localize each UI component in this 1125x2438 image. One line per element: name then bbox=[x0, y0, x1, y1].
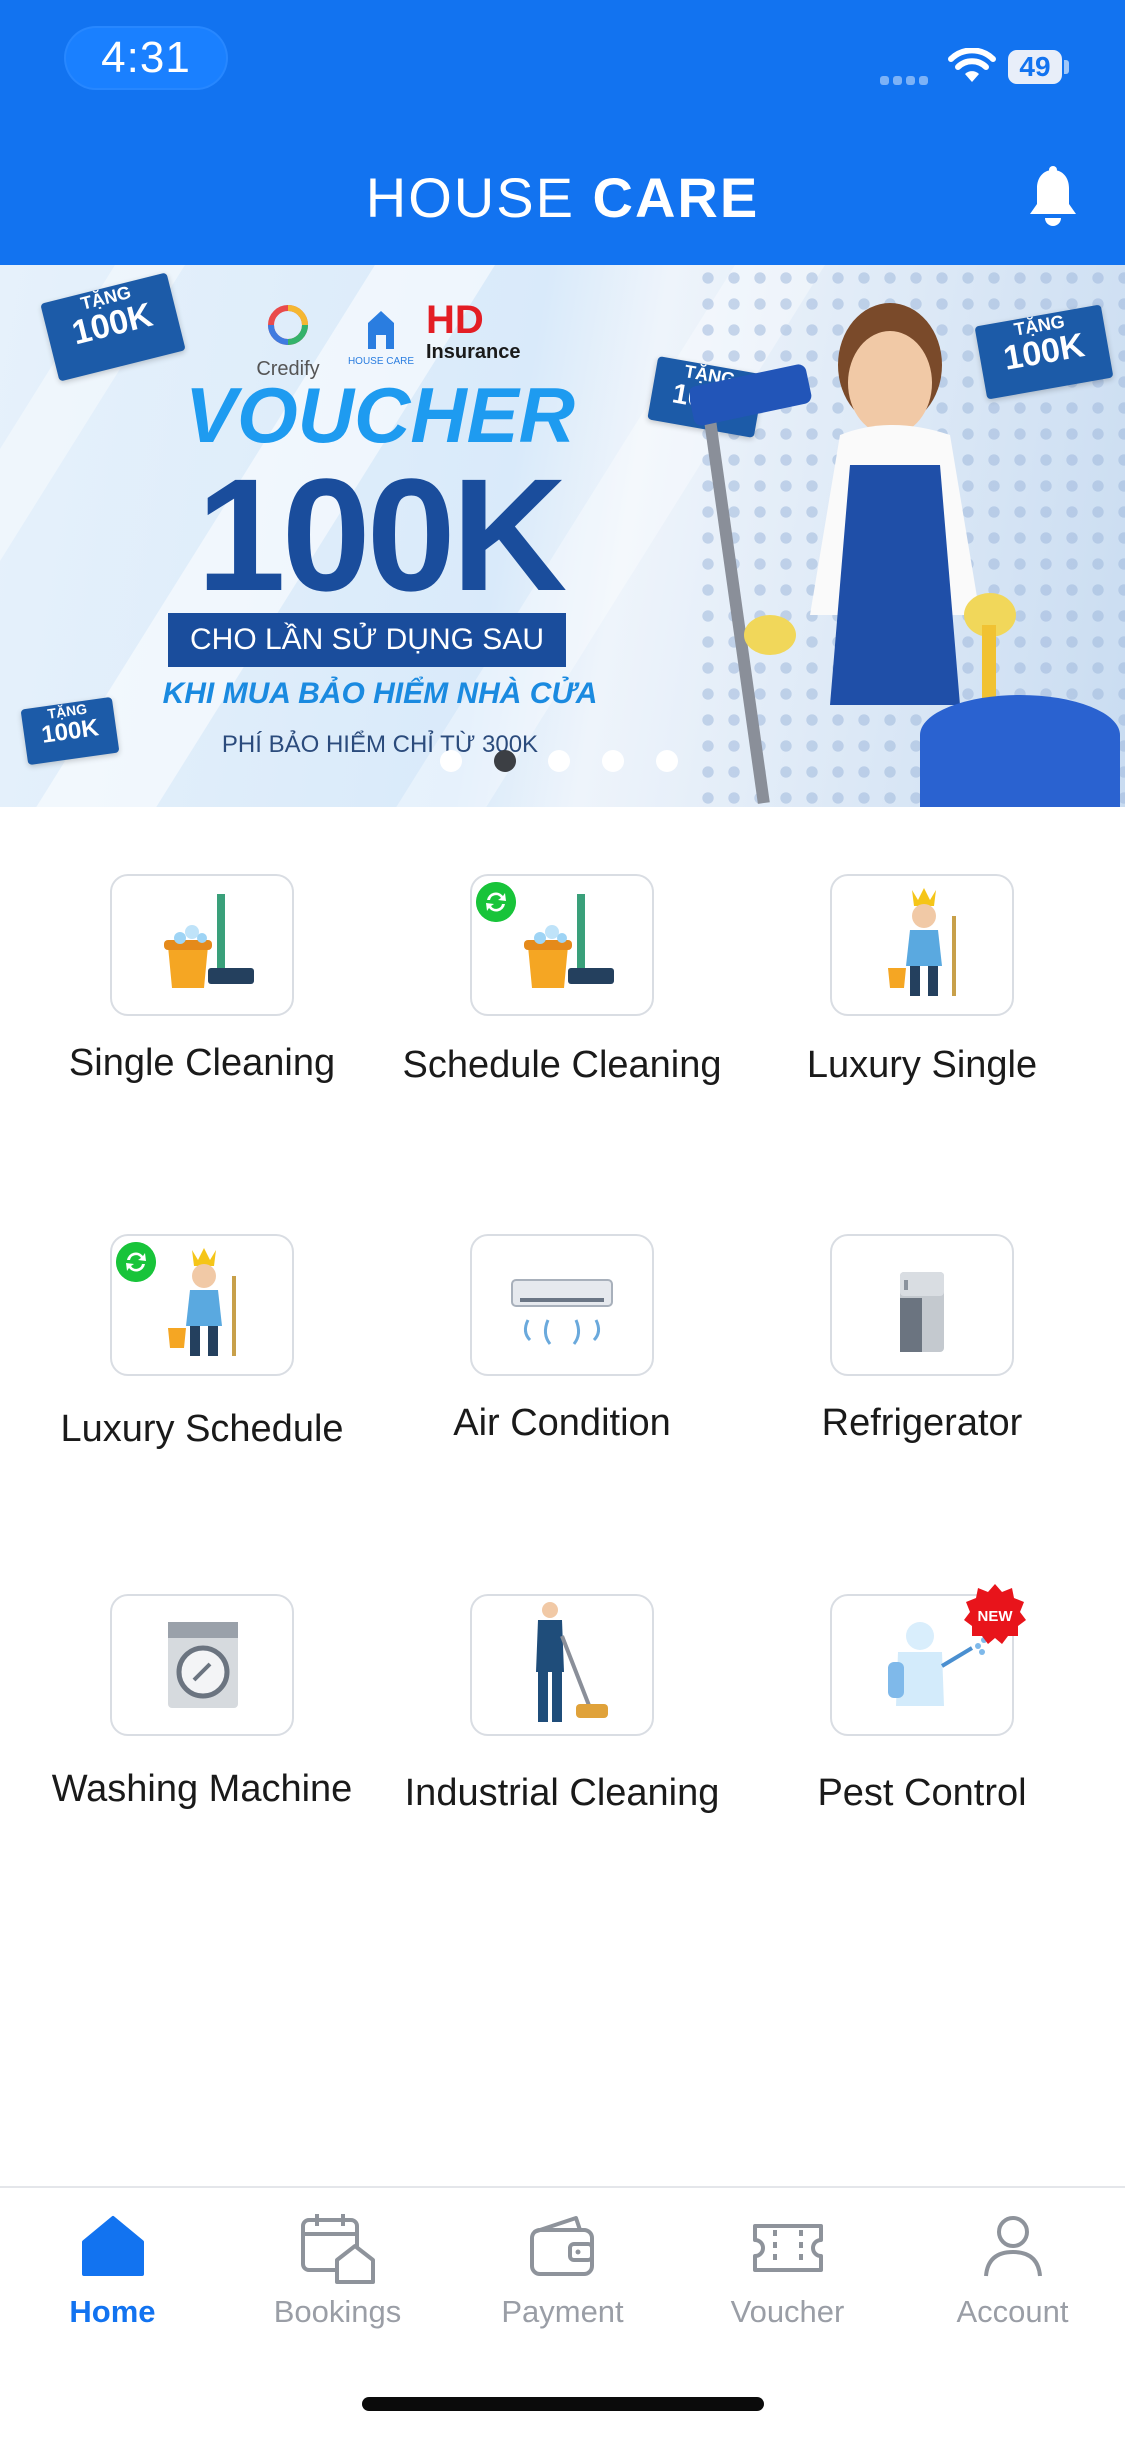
floor-polisher-worker-icon bbox=[536, 1602, 608, 1722]
carousel-dots[interactable] bbox=[440, 750, 680, 774]
sync-icon bbox=[476, 882, 516, 922]
brand-bold: CARE bbox=[592, 166, 760, 229]
credify-ring-icon bbox=[268, 305, 308, 345]
tab-label: Home bbox=[69, 2294, 156, 2329]
wifi-icon bbox=[948, 48, 996, 82]
service-label: Washing Machine bbox=[51, 1768, 353, 1810]
service-industrial-cleaning[interactable] bbox=[470, 1594, 654, 1736]
service-label: Luxury Single bbox=[806, 1044, 1038, 1086]
voucher-ticket-icon: TẶNG 100K bbox=[40, 272, 186, 382]
person-icon bbox=[984, 2216, 1042, 2277]
banner-box-text: CHO LẦN SỬ DỤNG SAU bbox=[168, 613, 566, 667]
service-single-cleaning[interactable] bbox=[110, 874, 294, 1016]
tab-payment[interactable]: Payment bbox=[450, 2200, 675, 2350]
brand-light: HOUSE bbox=[365, 166, 575, 229]
carousel-dot[interactable] bbox=[602, 750, 624, 772]
battery-nub bbox=[1064, 60, 1069, 74]
carousel-dot-active[interactable] bbox=[494, 750, 516, 772]
housecare-house-icon bbox=[368, 311, 394, 349]
service-label: Pest Control bbox=[817, 1772, 1027, 1814]
service-label: Luxury Schedule bbox=[60, 1408, 344, 1450]
cleaning-woman-illustration bbox=[690, 303, 1120, 807]
calendar-home-icon bbox=[301, 2214, 375, 2284]
tab-voucher[interactable]: Voucher bbox=[675, 2200, 900, 2350]
sync-icon bbox=[116, 1242, 156, 1282]
service-label: Air Condition bbox=[453, 1402, 671, 1444]
washing-machine-icon bbox=[168, 1622, 238, 1708]
tab-label: Voucher bbox=[730, 2294, 845, 2329]
tab-home[interactable]: Home bbox=[0, 2200, 225, 2350]
carousel-dot[interactable] bbox=[548, 750, 570, 772]
insurance-label: Insurance bbox=[426, 341, 521, 363]
hd-label: HD bbox=[426, 298, 484, 342]
new-badge-icon: NEW bbox=[964, 1584, 1026, 1644]
promo-banner[interactable]: TẶNG 100K TẶNG 100K TẶNG 100K TẶNG 100K … bbox=[0, 265, 1125, 807]
credify-logo: Credify bbox=[248, 303, 328, 380]
refrigerator-icon bbox=[900, 1272, 944, 1352]
hd-insurance-logo: HD Insurance bbox=[426, 299, 536, 373]
service-label: Single Cleaning bbox=[68, 1042, 336, 1084]
wallet-icon bbox=[530, 2216, 594, 2276]
tab-label: Account bbox=[956, 2294, 1069, 2329]
service-label: Refrigerator bbox=[821, 1402, 1023, 1444]
service-washing-machine[interactable] bbox=[110, 1594, 294, 1736]
battery-indicator: 49 bbox=[1008, 50, 1062, 84]
service-label: Schedule Cleaning bbox=[402, 1044, 722, 1086]
tab-label: Bookings bbox=[273, 2294, 402, 2329]
banner-amount: 100K bbox=[196, 445, 568, 624]
service-refrigerator[interactable] bbox=[830, 1234, 1014, 1376]
housecare-logo: HOUSE CARE bbox=[346, 305, 416, 375]
carousel-dot[interactable] bbox=[440, 750, 462, 772]
cellular-signal-icon bbox=[880, 72, 932, 85]
housecare-label: HOUSE CARE bbox=[347, 356, 415, 367]
service-air-condition[interactable] bbox=[470, 1234, 654, 1376]
notification-bell-icon[interactable] bbox=[1025, 166, 1081, 228]
cleaning-bucket-icon bbox=[164, 894, 254, 988]
new-badge-text: NEW bbox=[978, 1608, 1014, 1625]
banner-subline: KHI MUA BẢO HIỂM NHÀ CỬA bbox=[162, 677, 598, 710]
service-label: Industrial Cleaning bbox=[404, 1772, 720, 1814]
home-indicator bbox=[362, 2397, 764, 2411]
app-brand-title: HOUSE CARE bbox=[0, 168, 1125, 228]
status-time: 4:31 bbox=[101, 33, 191, 82]
home-icon bbox=[82, 2216, 144, 2276]
ticket-icon bbox=[753, 2224, 823, 2272]
tab-label: Payment bbox=[501, 2294, 624, 2329]
tab-account[interactable]: Account bbox=[900, 2200, 1125, 2350]
carousel-dot[interactable] bbox=[656, 750, 678, 772]
air-conditioner-icon bbox=[511, 1279, 613, 1345]
tab-bookings[interactable]: Bookings bbox=[225, 2200, 450, 2350]
crowned-cleaner-icon bbox=[888, 888, 956, 996]
service-luxury-single[interactable] bbox=[830, 874, 1014, 1016]
